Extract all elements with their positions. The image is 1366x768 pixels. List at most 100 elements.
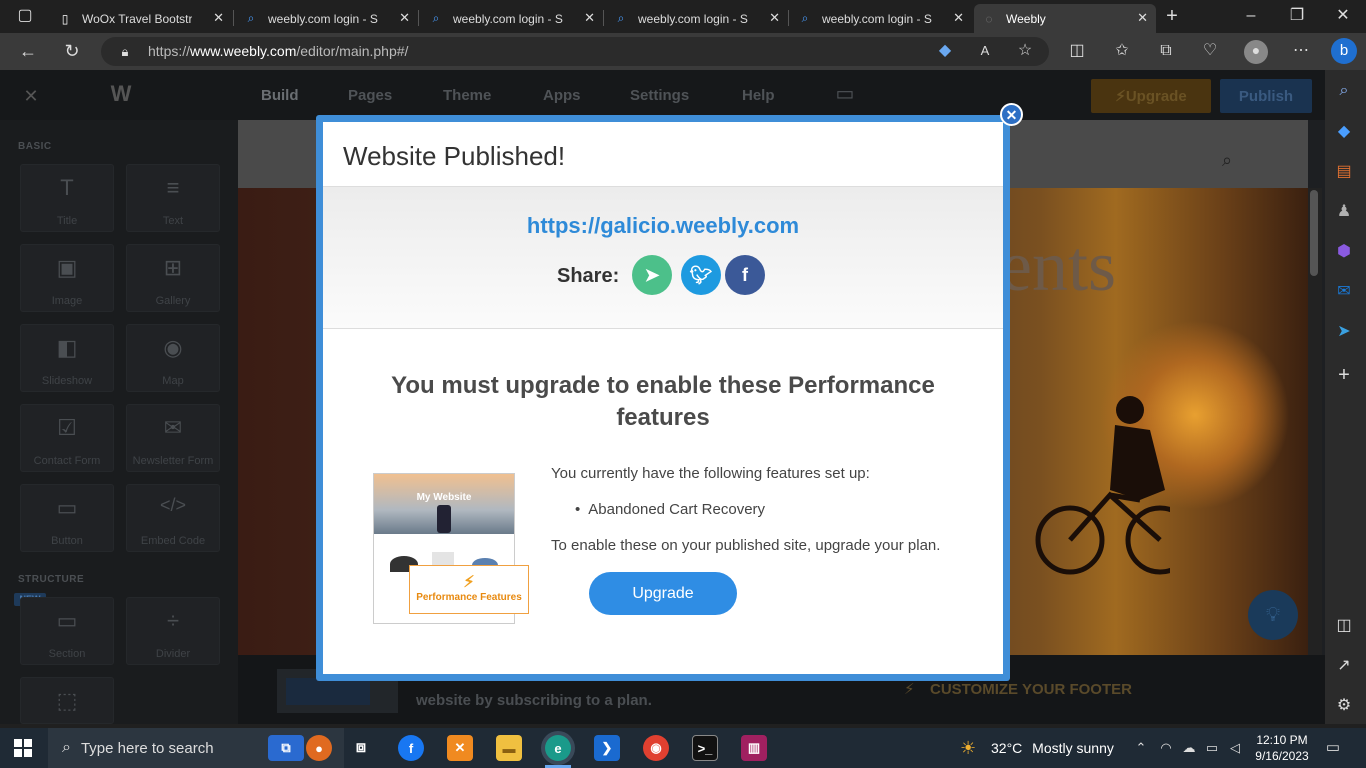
tag-icon[interactable]: ◆ [934, 41, 956, 61]
customize-footer-link[interactable]: CUSTOMIZE YOUR FOOTER [930, 681, 1132, 698]
notification-icon[interactable]: ▭ [1322, 738, 1344, 758]
share-twitter-button[interactable]: 🐦︎ [681, 255, 721, 295]
tile-divider[interactable]: ÷ Divider [126, 597, 220, 665]
add-icon[interactable]: + [1333, 364, 1355, 386]
battery-icon[interactable]: ▭ [1201, 738, 1223, 758]
browser-tab[interactable]: ⌕ weebly.com login - Sea ✕ [236, 4, 418, 33]
lock-icon[interactable]: 🔒︎ [114, 42, 136, 62]
split-screen-icon[interactable]: ◫ [1066, 41, 1088, 61]
edge-icon[interactable]: e [545, 735, 571, 761]
volume-icon[interactable]: ◁ [1224, 738, 1246, 758]
modal-upgrade-button[interactable]: Upgrade [589, 572, 737, 615]
tile-slideshow[interactable]: ◧ Slideshow [20, 324, 114, 392]
weather-widget[interactable]: 32°C Mostly sunny [991, 740, 1114, 756]
window-close-icon[interactable]: ✕ [1332, 6, 1354, 26]
tile-spacer[interactable]: ⬚ [20, 677, 114, 724]
tile-newsletter-form[interactable]: ✉ Newsletter Form [126, 404, 220, 472]
close-icon[interactable]: ✕ [584, 10, 595, 26]
tile-button[interactable]: ▭ Button [20, 484, 114, 552]
basketball-icon[interactable]: ● [306, 735, 332, 761]
profile-icon[interactable]: ● [1244, 40, 1268, 64]
url-text[interactable]: https://www.weebly.com/editor/main.php#/ [148, 43, 408, 59]
task-view-icon[interactable]: ⧈ [348, 735, 374, 761]
share-facebook-button[interactable]: f [725, 255, 765, 295]
chevron-up-icon[interactable]: ⌃ [1130, 738, 1152, 758]
tile-gallery[interactable]: ⊞ Gallery [126, 244, 220, 312]
nav-help[interactable]: Help [742, 87, 775, 104]
tile-embed-code[interactable]: </> Embed Code [126, 484, 220, 552]
nav-settings[interactable]: Settings [630, 87, 689, 104]
favorites-icon[interactable]: ✩ [1111, 41, 1133, 61]
published-site-link[interactable]: https://galicio.weebly.com [323, 213, 1003, 239]
modal-close-button[interactable]: ✕ [1000, 103, 1023, 126]
chrome-icon[interactable]: ◉ [643, 735, 669, 761]
close-icon[interactable]: ✕ [399, 10, 410, 26]
maximize-icon[interactable]: ❐ [1286, 6, 1308, 26]
windows-start-icon[interactable] [14, 739, 32, 757]
scrollbar-thumb[interactable] [1310, 190, 1318, 276]
page-icon: ▯ [61, 11, 69, 26]
shopping-tag-icon[interactable]: ◆ [1333, 121, 1355, 143]
refresh-icon[interactable]: ↻ [61, 41, 83, 61]
terminal-icon[interactable]: >_ [692, 735, 718, 761]
tools-icon[interactable]: ▤ [1333, 161, 1355, 183]
games-icon[interactable]: ♟ [1333, 201, 1355, 223]
winrar-icon[interactable]: ▥ [741, 735, 767, 761]
browser-tab[interactable]: ⌕ weebly.com login - Sea ✕ [421, 4, 603, 33]
vscode-icon[interactable]: ❯ [594, 735, 620, 761]
close-icon[interactable]: ✕ [1137, 10, 1148, 26]
lightbulb-icon[interactable]: 💡︎ [1248, 590, 1298, 640]
external-link-icon[interactable]: ↗ [1333, 655, 1355, 677]
performance-icon[interactable]: ♡ [1199, 41, 1221, 61]
tile-section[interactable]: ▭ Section [20, 597, 114, 665]
close-icon[interactable]: ✕ [213, 10, 224, 26]
thumbnail-person [437, 505, 451, 533]
nav-pages[interactable]: Pages [348, 87, 392, 104]
cloud-icon[interactable]: ☁ [1178, 738, 1200, 758]
site-search-icon[interactable]: ⌕ [1216, 150, 1238, 170]
widgets-icon[interactable]: ⧉ [268, 735, 304, 761]
office-icon[interactable]: ⬢ [1333, 241, 1355, 263]
back-icon[interactable]: ← [17, 41, 39, 61]
file-explorer-icon[interactable]: ▬ [496, 735, 522, 761]
favorite-icon[interactable]: ☆ [1014, 41, 1036, 61]
publish-button[interactable]: Publish [1220, 79, 1312, 113]
browser-tab[interactable]: ⌕ weebly.com login - Sea ✕ [790, 4, 972, 33]
tab-title: weebly.com login - Sea [268, 11, 378, 26]
tile-text[interactable]: ≡ Text [126, 164, 220, 232]
close-icon[interactable]: ✕ [769, 10, 780, 26]
tile-contact-form[interactable]: ☑ Contact Form [20, 404, 114, 472]
xampp-icon[interactable]: ✕ [447, 735, 473, 761]
tab-actions-icon[interactable]: ▢ [14, 6, 36, 26]
tile-image[interactable]: ▣ Image [20, 244, 114, 312]
nav-build[interactable]: Build [261, 87, 299, 104]
collections-icon[interactable]: ⧉ [1155, 41, 1177, 61]
close-editor-icon[interactable]: ✕ [20, 86, 42, 106]
browser-tab-active[interactable]: ◌ Weebly ✕ [974, 4, 1156, 33]
telegram-icon[interactable]: ➤ [1333, 321, 1355, 343]
editor-upgrade-button[interactable]: ⚡︎ Upgrade [1091, 79, 1211, 113]
clock[interactable]: 12:10 PM 9/16/2023 [1252, 732, 1312, 764]
minimize-icon[interactable]: – [1240, 6, 1262, 26]
facebook-app-icon[interactable]: f [398, 735, 424, 761]
share-telegram-button[interactable]: ➤ [632, 255, 672, 295]
tab-title: weebly.com login - Sea [453, 11, 563, 26]
close-icon[interactable]: ✕ [953, 10, 964, 26]
nav-theme[interactable]: Theme [443, 87, 491, 104]
search-icon[interactable]: ⌕ [1333, 80, 1355, 102]
bing-icon[interactable]: b [1331, 38, 1357, 64]
device-preview-icon[interactable]: ▭ [834, 84, 856, 104]
sidebar-toggle-icon[interactable]: ◫ [1333, 615, 1355, 637]
browser-tab[interactable]: ▯ WoOx Travel Bootstrap ✕ [50, 4, 232, 33]
more-icon[interactable]: ⋯ [1290, 41, 1312, 61]
tile-map[interactable]: ◉ Map [126, 324, 220, 392]
nav-apps[interactable]: Apps [543, 87, 581, 104]
read-aloud-icon[interactable]: A [974, 41, 996, 61]
browser-tab[interactable]: ⌕ weebly.com login - Sea ✕ [606, 4, 788, 33]
new-tab-icon[interactable]: + [1161, 6, 1183, 26]
settings-icon[interactable]: ⚙ [1333, 695, 1355, 717]
tile-title[interactable]: T Title [20, 164, 114, 232]
outlook-icon[interactable]: ✉ [1333, 281, 1355, 303]
wifi-icon[interactable]: ◠ [1155, 738, 1177, 758]
weather-icon[interactable]: ☀︎ [960, 738, 976, 759]
